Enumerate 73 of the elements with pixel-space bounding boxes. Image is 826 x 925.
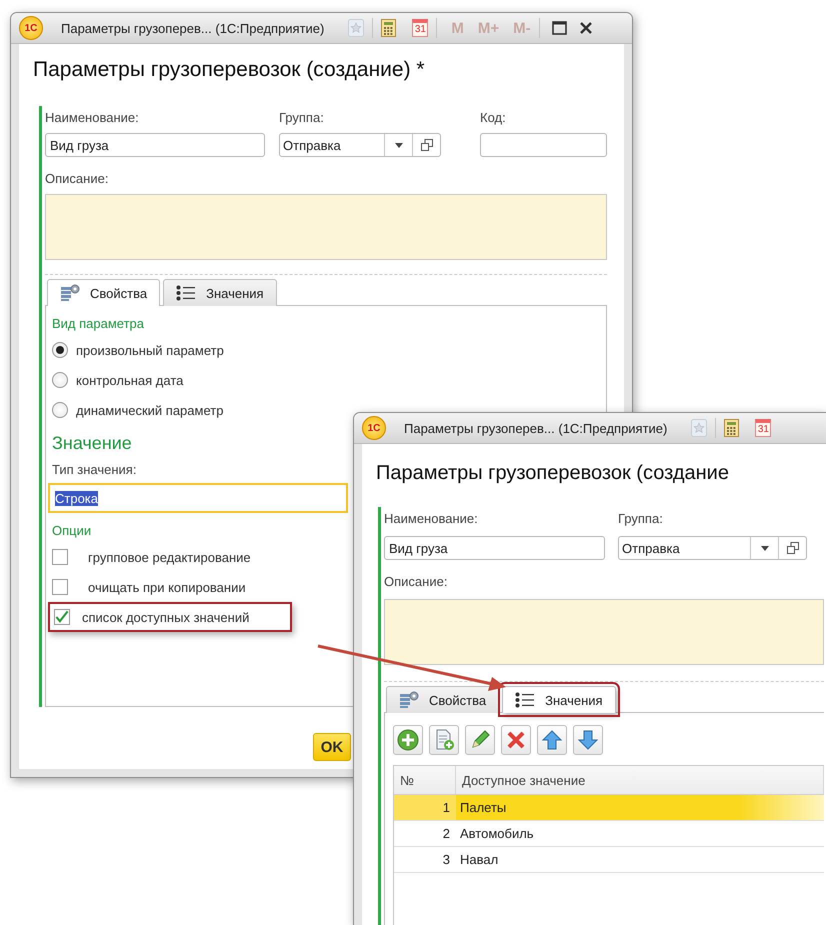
radio-label: динамический параметр xyxy=(76,402,224,418)
checkbox-label: групповое редактирование xyxy=(88,550,251,564)
column-header: № xyxy=(394,766,456,794)
section-title: Значение xyxy=(52,433,132,454)
calendar-icon[interactable]: 31 xyxy=(412,19,428,37)
input-field[interactable] xyxy=(480,133,607,157)
tab[interactable]: Значения xyxy=(163,279,277,306)
radio-label: контрольная дата xyxy=(76,372,184,388)
field-label: Группа: xyxy=(279,110,324,125)
down-arrow-button[interactable] xyxy=(573,725,603,755)
maximize-icon[interactable] xyxy=(552,21,567,35)
delete-icon xyxy=(505,729,527,751)
field-label: Код: xyxy=(480,110,506,125)
checkbox[interactable] xyxy=(52,579,68,595)
table-cell-text: Палеты xyxy=(459,799,508,817)
checkbox-label: очищать при копировании xyxy=(88,580,246,594)
close-icon[interactable] xyxy=(578,21,593,35)
dropdown-field[interactable]: Отправка xyxy=(618,536,807,560)
properties-icon xyxy=(60,284,80,302)
copy-button[interactable] xyxy=(429,725,459,755)
radio-label: произвольный параметр xyxy=(76,342,224,358)
form-heading: Параметры грузоперевозок (создание xyxy=(376,462,730,485)
delete-button[interactable] xyxy=(501,725,531,755)
radio-button[interactable] xyxy=(52,372,68,388)
list-icon xyxy=(176,285,196,301)
field-label: Описание: xyxy=(384,574,448,589)
radio-button[interactable] xyxy=(52,402,68,418)
pencil-icon xyxy=(469,729,491,751)
input-field[interactable]: Вид груза xyxy=(384,536,605,560)
checkbox[interactable] xyxy=(54,609,70,625)
calendar-icon[interactable]: 31 xyxy=(755,419,772,437)
list-icon xyxy=(515,692,536,708)
app-logo: 1С xyxy=(19,16,43,40)
tab[interactable]: Свойства xyxy=(47,279,160,306)
add-icon xyxy=(397,729,419,751)
open-icon xyxy=(786,542,798,554)
dropdown-field[interactable]: Отправка xyxy=(279,133,441,157)
table-row[interactable]: 1 Палеты xyxy=(394,795,824,821)
table-cell-text: Автомобиль xyxy=(459,825,535,843)
radio-button[interactable] xyxy=(52,342,68,358)
up-arrow-button[interactable] xyxy=(537,725,567,755)
window-title: Параметры грузоперев... (1С:Предприятие) xyxy=(61,20,324,36)
pencil-button[interactable] xyxy=(465,725,495,755)
input-field[interactable]: Вид груза xyxy=(45,133,265,157)
field-label: Описание: xyxy=(45,171,108,186)
checkbox[interactable] xyxy=(52,549,68,565)
table-cell-text: Навал xyxy=(459,851,500,869)
section-title: Вид параметра xyxy=(52,316,144,331)
field-label: Наименование: xyxy=(45,110,139,125)
checkbox-label: список доступных значений xyxy=(82,610,250,624)
column-header: Доступное значение xyxy=(456,766,824,794)
window-title: Параметры грузоперев... (1С:Предприятие) xyxy=(404,420,668,436)
table-cell-text: 2 xyxy=(442,825,451,843)
form-heading: Параметры грузоперевозок (создание) * xyxy=(33,58,426,82)
caret-icon xyxy=(760,546,768,550)
up-arrow-icon xyxy=(541,729,563,751)
add-button[interactable] xyxy=(393,725,423,755)
down-arrow-icon xyxy=(577,729,599,751)
field-label: Тип значения: xyxy=(52,462,136,477)
table-cell-text: 3 xyxy=(442,851,451,869)
app-logo: 1С xyxy=(362,416,386,440)
tab[interactable]: Свойства xyxy=(386,686,500,713)
field-label: Наименование: xyxy=(384,511,478,526)
table-cell-text: 1 xyxy=(442,799,451,817)
properties-icon xyxy=(399,691,419,709)
ok-button[interactable]: OK xyxy=(313,733,351,761)
calculator-icon[interactable] xyxy=(724,419,740,437)
calculator-icon[interactable] xyxy=(381,19,396,37)
field-label: Группа: xyxy=(618,511,663,526)
input-field[interactable]: Строка xyxy=(48,483,348,513)
section-title: Опции xyxy=(52,523,92,538)
open-icon xyxy=(420,139,432,151)
caret-icon xyxy=(394,142,402,148)
